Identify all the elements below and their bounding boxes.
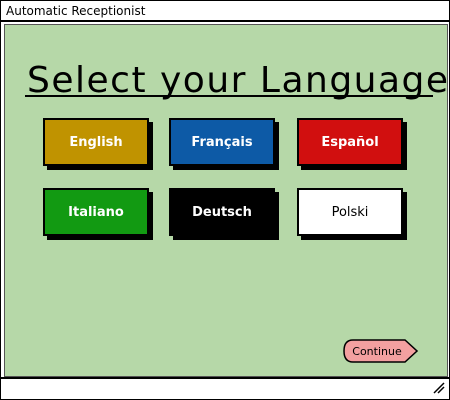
window-title: Automatic Receptionist — [6, 4, 146, 18]
main-panel: Select your Language English Français Es… — [4, 24, 448, 377]
language-button-german[interactable]: Deutsch — [169, 188, 275, 236]
language-button-spanish[interactable]: Español — [297, 118, 403, 166]
app-window: Automatic Receptionist Select your Langu… — [0, 0, 450, 400]
language-button-polish[interactable]: Polski — [297, 188, 403, 236]
status-bar — [1, 377, 449, 399]
language-button-italian[interactable]: Italiano — [43, 188, 149, 236]
continue-button[interactable]: Continue — [343, 339, 418, 363]
language-button-english[interactable]: English — [43, 118, 149, 166]
continue-button-label: Continue — [352, 344, 402, 358]
title-underline — [25, 95, 433, 97]
resize-grip-icon[interactable] — [433, 382, 445, 394]
title-bar: Automatic Receptionist — [1, 1, 449, 22]
language-button-french[interactable]: Français — [169, 118, 275, 166]
